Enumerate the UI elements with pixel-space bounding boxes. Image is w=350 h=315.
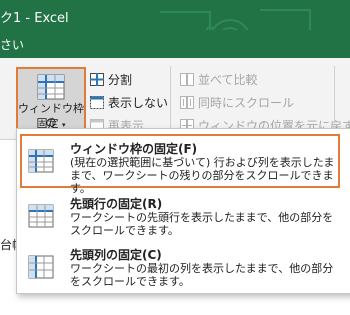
menu-item-description: ワークシートの先頭行を表示したままで、他の部分をスクロールできます。 [70,211,334,237]
freeze-panes-button[interactable]: ウィンドウ枠の 固定 ▾ [16,67,86,137]
side-by-side-label: 並べて比較 [198,73,258,87]
split-icon [90,73,104,86]
window-title: ク1 - Excel [0,11,69,26]
tell-me-text: さい [0,38,25,52]
freeze-panes-dropdown: ウィンドウ枠の固定(F) (現在の選択範囲に基づいて) 行および列を表示したまま… [16,128,350,294]
side-by-side-icon [180,73,194,86]
title-bar: ク1 - Excel [0,0,350,30]
title-bar-decoration [160,9,311,30]
menu-item-description: (現在の選択範囲に基づいて) 行および列を表示したままで、ワークシートの残りの部… [70,156,335,195]
ribbon-separator-right [334,66,335,130]
sync-scroll-label: 同時にスクロール [198,96,295,110]
freeze-first-column-icon [28,255,54,279]
menu-item-freeze-first-column[interactable]: 先頭列の固定(C) ワークシートの最初の列を表示したままで、他の部分をスクロール… [22,242,342,294]
menu-item-freeze-top-row[interactable]: 先頭行の固定(R) ワークシートの先頭行を表示したままで、他の部分をスクロールで… [22,191,342,243]
menu-item-description: ワークシートの最初の列を表示したままで、他の部分をスクロールできます。 [70,262,334,288]
hide-label: 表示しない [108,96,169,110]
split-label: 分割 [108,73,133,87]
freeze-panes-icon [28,149,54,173]
menu-item-title: 先頭行の固定(R) [70,197,163,211]
menu-item-title: 先頭列の固定(C) [70,248,162,262]
freeze-panes-icon [37,74,65,100]
tell-me-bar[interactable]: さい [0,30,350,58]
freeze-top-row-icon [28,204,54,228]
ribbon-separator [170,66,171,130]
menu-item-title: ウィンドウ枠の固定(F) [70,142,198,156]
sync-scroll-icon [180,96,194,109]
menu-item-freeze-panes[interactable]: ウィンドウ枠の固定(F) (現在の選択範囲に基づいて) 行および列を表示したまま… [20,134,340,195]
hide-window-icon [90,96,104,109]
